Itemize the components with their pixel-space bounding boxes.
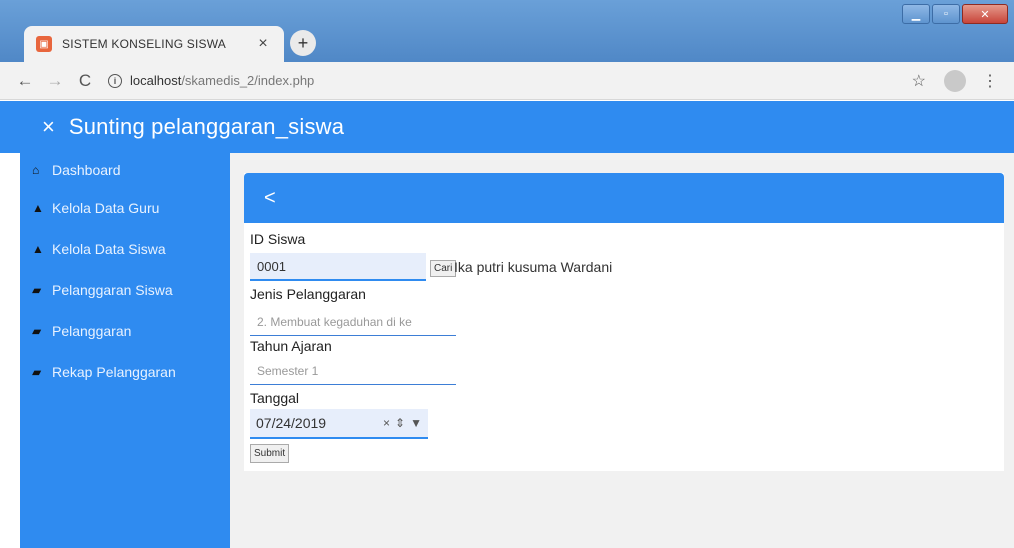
more-menu-icon[interactable]: ⋮ bbox=[982, 71, 998, 91]
sidebar-item-pelanggaran[interactable]: ▰ Pelanggaran bbox=[20, 310, 230, 351]
tanggal-value: 07/24/2019 bbox=[256, 415, 327, 431]
cari-button[interactable]: Cari bbox=[430, 260, 457, 277]
book-icon: ▰ bbox=[32, 364, 42, 379]
sidebar-item-label: Pelanggaran Siswa bbox=[52, 281, 173, 298]
jenis-pelanggaran-select[interactable]: 2. Membuat kegaduhan di ke bbox=[250, 308, 456, 336]
main-content: < ID Siswa 0001 Cari Ika putri kusuma Wa… bbox=[230, 153, 1014, 548]
dropdown-arrow-icon[interactable]: ▼ bbox=[410, 416, 422, 430]
home-icon: ⌂ bbox=[32, 163, 40, 177]
sidebar: ⌂ Dashboard ▲ Kelola Data Guru ▲ Kelola … bbox=[20, 153, 230, 548]
browser-toolbar: ← → C i localhost/skamedis_2/index.php ☆… bbox=[0, 62, 1014, 100]
page-title: Sunting pelanggaran_siswa bbox=[68, 114, 345, 139]
tab-favicon-icon: ▣ bbox=[36, 36, 52, 52]
sidebar-item-kelola-guru[interactable]: ▲ Kelola Data Guru bbox=[20, 187, 230, 228]
sidebar-item-dashboard[interactable]: ⌂ Dashboard bbox=[20, 153, 230, 187]
tahun-ajaran-label: Tahun Ajaran bbox=[250, 338, 332, 354]
sidebar-item-label: Dashboard bbox=[52, 162, 121, 178]
app-header: × Sunting pelanggaran_siswa bbox=[0, 101, 1014, 153]
tab-title: SISTEM KONSELING SISWA bbox=[62, 37, 226, 51]
forward-arrow-icon[interactable]: → bbox=[42, 68, 68, 94]
browser-titlebar: ▣ SISTEM KONSELING SISWA × + ▁ ▫ ✕ bbox=[0, 0, 1014, 64]
window-controls: ▁ ▫ ✕ bbox=[900, 4, 1008, 24]
card-header: < bbox=[244, 173, 1004, 223]
reload-icon[interactable]: C bbox=[72, 68, 98, 94]
sidebar-item-rekap[interactable]: ▰ Rekap Pelanggaran bbox=[20, 351, 230, 392]
minimize-button[interactable]: ▁ bbox=[902, 4, 930, 24]
date-controls: × ⇕ ▼ bbox=[378, 416, 422, 430]
jenis-pelanggaran-label: Jenis Pelanggaran bbox=[250, 286, 366, 302]
close-icon[interactable]: × bbox=[42, 114, 55, 140]
sidebar-item-label: Rekap Pelanggaran bbox=[52, 363, 176, 380]
tab-close-icon[interactable]: × bbox=[254, 35, 272, 53]
chevron-left-icon[interactable]: < bbox=[264, 187, 276, 210]
info-icon[interactable]: i bbox=[108, 73, 122, 88]
bookmark-star-icon[interactable]: ☆ bbox=[912, 71, 926, 91]
maximize-button[interactable]: ▫ bbox=[932, 4, 960, 24]
user-icon: ▲ bbox=[32, 241, 44, 256]
address-bar[interactable]: i localhost/skamedis_2/index.php bbox=[108, 67, 912, 95]
sidebar-item-label: Pelanggaran bbox=[52, 322, 132, 339]
back-arrow-icon[interactable]: ← bbox=[12, 68, 38, 94]
url-path: /skamedis_2/index.php bbox=[181, 73, 315, 88]
form-card: < ID Siswa 0001 Cari Ika putri kusuma Wa… bbox=[244, 173, 1004, 471]
book-icon: ▰ bbox=[32, 282, 42, 297]
sidebar-item-pelanggaran-siswa[interactable]: ▰ Pelanggaran Siswa bbox=[20, 269, 230, 310]
profile-avatar-icon[interactable] bbox=[944, 69, 966, 92]
student-name: Ika putri kusuma Wardani bbox=[454, 259, 613, 275]
url-host: localhost bbox=[130, 73, 182, 88]
user-icon: ▲ bbox=[32, 200, 44, 215]
tanggal-label: Tanggal bbox=[250, 390, 300, 406]
id-siswa-label: ID Siswa bbox=[250, 231, 306, 247]
sidebar-item-label: Kelola Data Siswa bbox=[52, 240, 166, 257]
clear-date-icon[interactable]: × bbox=[383, 416, 390, 430]
spinner-icon[interactable]: ⇕ bbox=[395, 416, 405, 430]
book-icon: ▰ bbox=[32, 323, 42, 338]
tahun-ajaran-select[interactable]: Semester 1 bbox=[250, 357, 456, 385]
id-siswa-input[interactable]: 0001 bbox=[250, 253, 426, 281]
sidebar-item-kelola-siswa[interactable]: ▲ Kelola Data Siswa bbox=[20, 228, 230, 269]
window-close-button[interactable]: ✕ bbox=[962, 4, 1008, 24]
submit-button[interactable]: Submit bbox=[250, 444, 290, 463]
tanggal-date-input[interactable]: 07/24/2019 × ⇕ ▼ bbox=[250, 409, 428, 439]
new-tab-button[interactable]: + bbox=[290, 30, 316, 56]
sidebar-item-label: Kelola Data Guru bbox=[52, 199, 160, 216]
browser-tab[interactable]: ▣ SISTEM KONSELING SISWA × bbox=[24, 26, 284, 62]
